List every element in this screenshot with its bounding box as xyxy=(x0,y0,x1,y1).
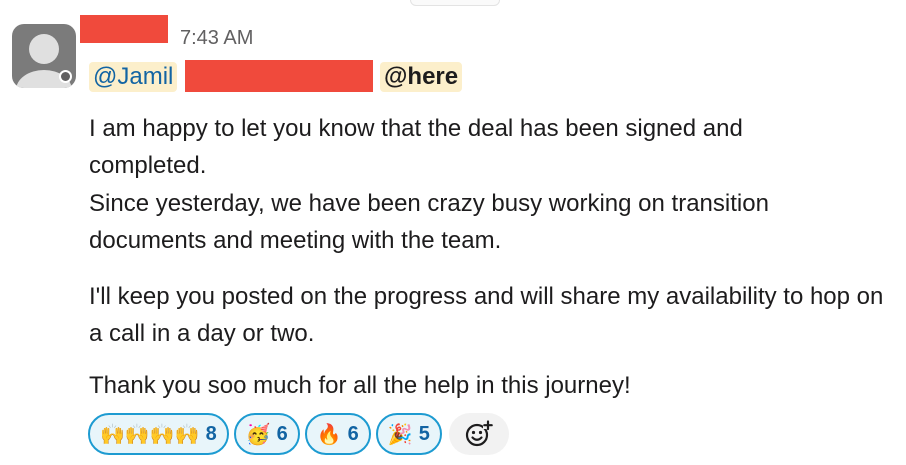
message-paragraph-4: Thank you soo much for all the help in t… xyxy=(89,372,631,399)
message-paragraph-2: Since yesterday, we have been crazy busy… xyxy=(89,190,769,254)
reaction-count: 6 xyxy=(347,422,359,445)
redacted-sender-name[interactable] xyxy=(80,15,168,43)
reaction-party-popper[interactable]: 🎉 5 xyxy=(375,413,442,455)
top-tab-edge xyxy=(410,0,500,6)
party-popper-icon: 🎉 xyxy=(387,422,413,446)
redacted-mention xyxy=(185,60,373,92)
user-mention[interactable]: @Jamil xyxy=(89,62,178,92)
partying-face-icon: 🥳 xyxy=(245,422,271,446)
avatar-head-shape xyxy=(29,34,59,64)
here-mention[interactable]: @here xyxy=(380,62,463,92)
reaction-count: 5 xyxy=(418,422,430,445)
reaction-bar: 🙌🙌🙌🙌 8 🥳 6 🔥 6 🎉 5 xyxy=(88,411,509,457)
reaction-partying-face[interactable]: 🥳 6 xyxy=(233,413,300,455)
message-paragraph-1: I am happy to let you know that the deal… xyxy=(89,115,743,179)
raising-hands-icon: 🙌🙌🙌🙌 xyxy=(100,422,200,446)
reaction-count: 8 xyxy=(205,422,217,445)
reaction-fire[interactable]: 🔥 6 xyxy=(304,413,371,455)
add-reaction-button[interactable] xyxy=(448,413,509,455)
message-timestamp[interactable]: 7:43 AM xyxy=(180,27,253,50)
message-paragraph-3: I'll keep you posted on the progress and… xyxy=(89,283,884,347)
fire-icon: 🔥 xyxy=(316,422,342,446)
presence-status-icon xyxy=(59,70,72,83)
reaction-raising-hands[interactable]: 🙌🙌🙌🙌 8 xyxy=(88,413,229,455)
reaction-count: 6 xyxy=(276,422,288,445)
add-emoji-icon xyxy=(465,420,493,447)
